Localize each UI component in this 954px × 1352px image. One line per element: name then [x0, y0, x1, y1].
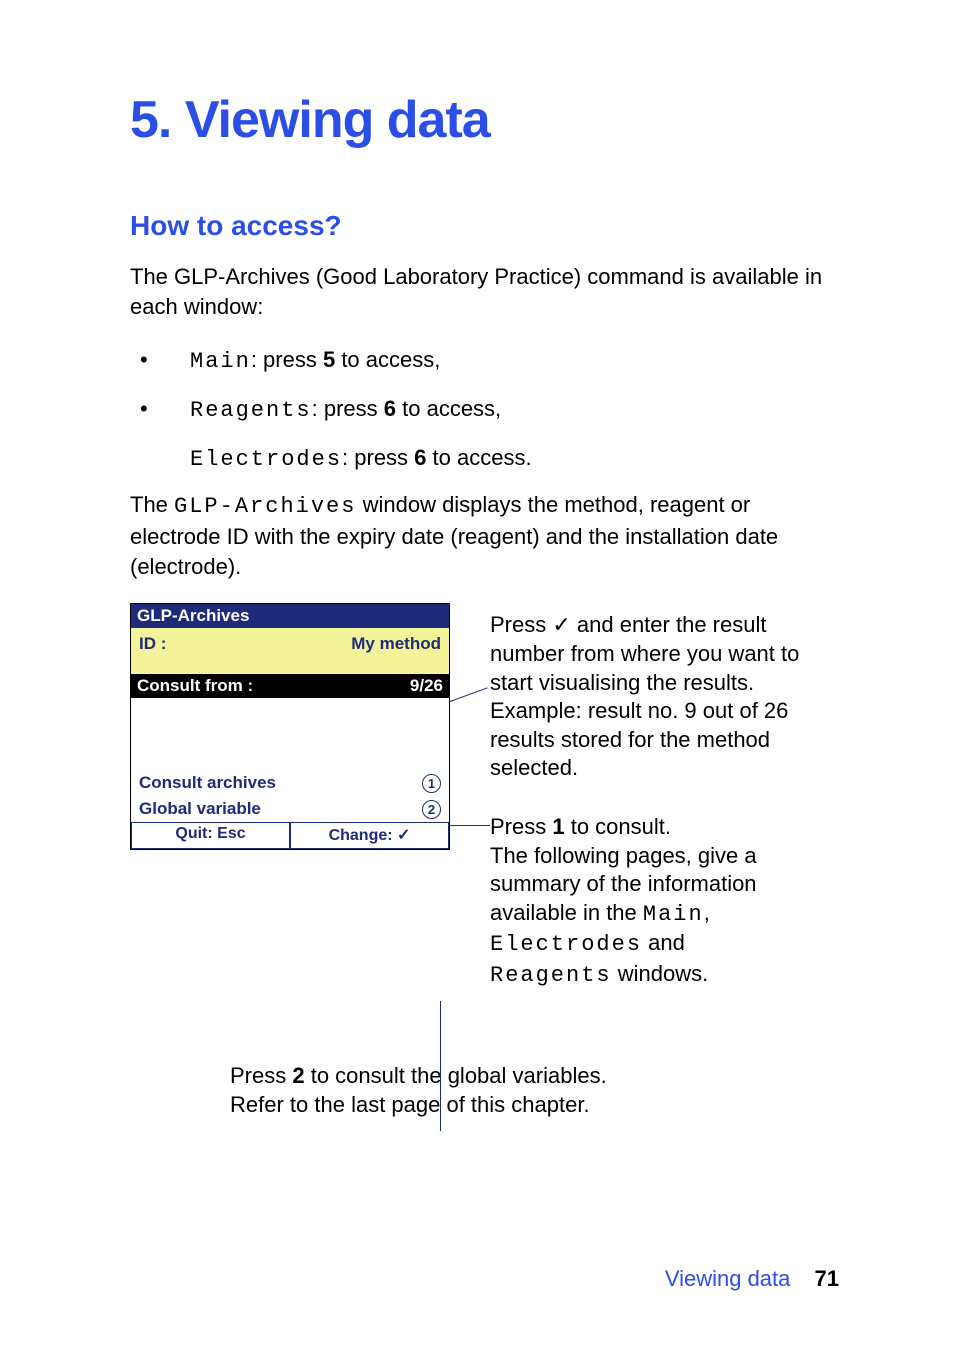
- electrodes-tail: to access.: [426, 445, 531, 470]
- bullet-tail: to access,: [335, 347, 440, 372]
- lcd-consult-from-value: 9/26: [410, 676, 443, 696]
- circled-1-icon: 1: [422, 774, 441, 793]
- vertical-divider-icon: [440, 1001, 441, 1131]
- ann-text: Press: [490, 814, 552, 839]
- callout-line-icon: [450, 688, 488, 703]
- access-bullet-list: Main: press 5 to access, Reagents: press…: [130, 343, 839, 427]
- lcd-option-label: Consult archives: [139, 773, 276, 793]
- lcd-consult-from-row: Consult from : 9/26: [131, 674, 449, 698]
- lcd-option-global-variable: Global variable 2: [131, 796, 449, 822]
- section-title: How to access?: [130, 210, 839, 242]
- callout-line-icon: [450, 825, 490, 826]
- bullet-tail: to access,: [396, 396, 501, 421]
- note-key: 2: [292, 1063, 304, 1088]
- lcd-option-label: Global variable: [139, 799, 261, 819]
- lcd-id-row: ID : My method: [131, 628, 449, 674]
- bullet-label: Main: [190, 349, 251, 374]
- lcd-quit-button: Quit: Esc: [131, 823, 290, 849]
- ann-text: ,: [704, 900, 710, 925]
- bullet-text: : press: [312, 396, 384, 421]
- annotation-consult-from: Press ✓ and enter the result number from…: [490, 611, 839, 783]
- lcd-titlebar: GLP-Archives: [131, 604, 449, 628]
- lcd-option-consult-archives: Consult archives 1: [131, 770, 449, 796]
- electrodes-line: Electrodes: press 6 to access.: [130, 441, 839, 476]
- ann-text: and: [642, 930, 685, 955]
- note-text: Press: [230, 1063, 292, 1088]
- electrodes-label: Electrodes: [190, 447, 342, 472]
- screenshot-annotation-row: GLP-Archives ID : My method Consult from…: [130, 603, 839, 1020]
- lcd-window: GLP-Archives ID : My method Consult from…: [130, 603, 450, 850]
- electrodes-key: 6: [414, 445, 426, 470]
- bullet-label: Reagents: [190, 398, 312, 423]
- lcd-footer: Quit: Esc Change: ✓: [131, 822, 449, 849]
- bullet-text: : press: [251, 347, 323, 372]
- electrodes-text: : press: [342, 445, 414, 470]
- note-text: Refer to the last page of this chapter.: [230, 1092, 590, 1117]
- lcd-id-value: My method: [351, 634, 441, 654]
- intro-paragraph: The GLP-Archives (Good Laboratory Practi…: [130, 262, 839, 321]
- ann-text: to consult.: [565, 814, 671, 839]
- lcd-change-button: Change: ✓: [290, 823, 449, 849]
- bullet-main: Main: press 5 to access,: [130, 343, 839, 378]
- lcd-consult-from-label: Consult from :: [137, 676, 253, 696]
- ann-mono-reagents: Reagents: [490, 963, 612, 988]
- ann-mono-electrodes: Electrodes: [490, 932, 642, 957]
- glp-archives-mono: GLP-Archives: [174, 494, 356, 519]
- lcd-screenshot: GLP-Archives ID : My method Consult from…: [130, 603, 450, 1020]
- footer-section-label: Viewing data: [665, 1266, 791, 1291]
- annotation-column: Press ✓ and enter the result number from…: [490, 603, 839, 1020]
- glp-window-paragraph: The GLP-Archives window displays the met…: [130, 490, 839, 581]
- lcd-spacer: [131, 698, 449, 770]
- ann-text: The following pages, give a summary of t…: [490, 843, 757, 925]
- bullet-key: 6: [384, 396, 396, 421]
- page-footer: Viewing data 71: [665, 1266, 839, 1292]
- para-text: The: [130, 492, 174, 517]
- ann-key: 1: [552, 814, 564, 839]
- note-text: to consult the global variables.: [305, 1063, 607, 1088]
- circled-2-icon: 2: [422, 800, 441, 819]
- ann-text: windows.: [612, 961, 709, 986]
- bullet-reagents: Reagents: press 6 to access,: [130, 392, 839, 427]
- footer-page-number: 71: [815, 1266, 839, 1291]
- ann-mono-main: Main: [643, 902, 704, 927]
- lcd-id-label: ID :: [139, 634, 166, 654]
- global-variable-note: Press 2 to consult the global variables.…: [230, 1061, 839, 1120]
- bullet-key: 5: [323, 347, 335, 372]
- annotation-consult-archives: Press 1 to consult. The following pages,…: [490, 813, 839, 991]
- chapter-title: 5. Viewing data: [130, 90, 839, 150]
